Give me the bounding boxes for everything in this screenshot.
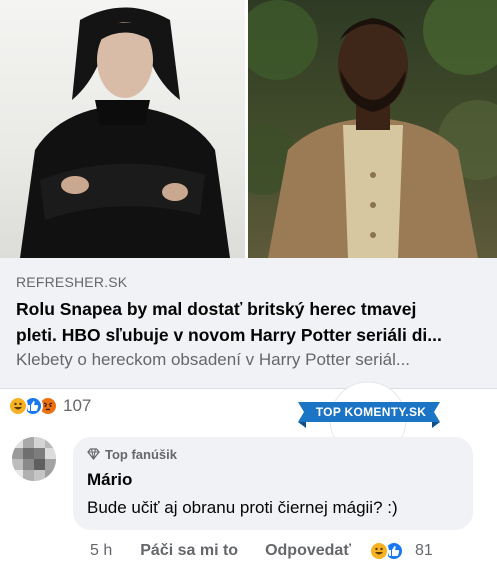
link-headline[interactable]: Rolu Snapea by mal dostať britský herec … <box>16 296 480 348</box>
comment-text: Bude učiť aj obranu proti čiernej mágii?… <box>87 498 398 517</box>
link-preview-images[interactable] <box>0 0 497 258</box>
comment-reactions[interactable]: 81 <box>368 541 433 561</box>
link-source: REFRESHER.SK <box>16 274 128 290</box>
actor-photo[interactable] <box>248 0 497 258</box>
snape-illustration <box>20 7 230 258</box>
comment-reaction-count: 81 <box>414 542 433 559</box>
top-fan-badge[interactable]: Top fanúšik <box>87 445 459 463</box>
top-fan-label: Top fanúšik <box>105 446 177 462</box>
headline-line-2: pleti. HBO sľubuje v novom Harry Potter … <box>16 325 442 345</box>
comment-bubble: Top fanúšik Mário Bude učiť aj obranu pr… <box>73 437 473 530</box>
comment-actions: 5 h Páči sa mi to Odpovedať 81 <box>90 540 433 562</box>
actor-illustration <box>248 0 497 258</box>
link-description: Klebety o hereckom obsadení v Harry Pott… <box>16 350 411 369</box>
post-reaction-count[interactable]: 107 <box>63 396 91 416</box>
headline-line-1: Rolu Snapea by mal dostať britský herec … <box>16 299 417 319</box>
comment-timestamp[interactable]: 5 h <box>90 542 112 560</box>
like-button[interactable]: Páči sa mi to <box>140 542 238 560</box>
reply-button[interactable]: Odpovedať <box>265 542 351 560</box>
haha-icon <box>368 541 389 561</box>
comment-author[interactable]: Mário <box>87 469 459 491</box>
snape-photo[interactable] <box>0 0 245 258</box>
haha-icon <box>8 396 28 416</box>
commenter-avatar[interactable] <box>12 437 56 481</box>
badge-text: TOP KOMENTY.SK <box>315 405 427 419</box>
diamond-icon <box>87 448 100 460</box>
post-reactions[interactable]: 107 <box>8 394 91 418</box>
link-preview-card[interactable]: REFRESHER.SK Rolu Snapea by mal dostať b… <box>0 258 497 389</box>
